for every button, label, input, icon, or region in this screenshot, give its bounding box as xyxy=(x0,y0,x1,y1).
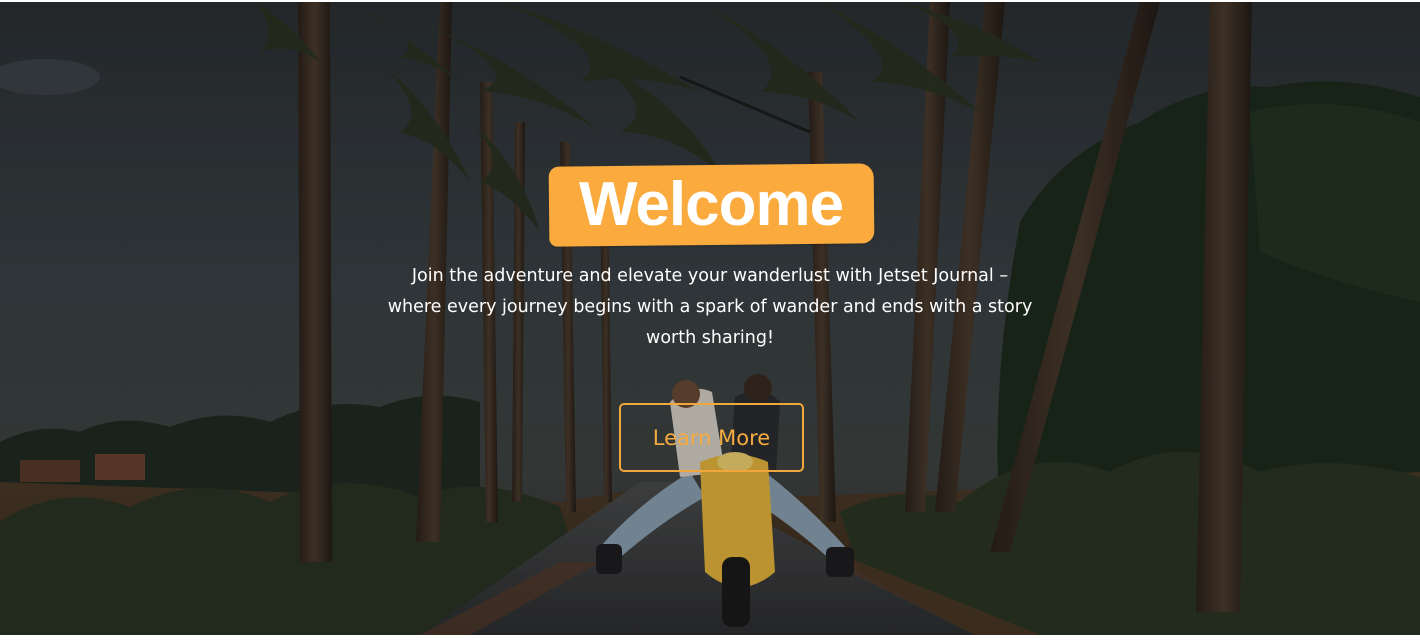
hero-section: Welcome Join the adventure and elevate y… xyxy=(0,2,1420,635)
welcome-title-badge: Welcome xyxy=(548,163,875,247)
page-title: Welcome xyxy=(579,170,844,240)
learn-more-button[interactable]: Learn More xyxy=(619,403,804,472)
hero-subtitle: Join the adventure and elevate your wand… xyxy=(387,266,1033,348)
